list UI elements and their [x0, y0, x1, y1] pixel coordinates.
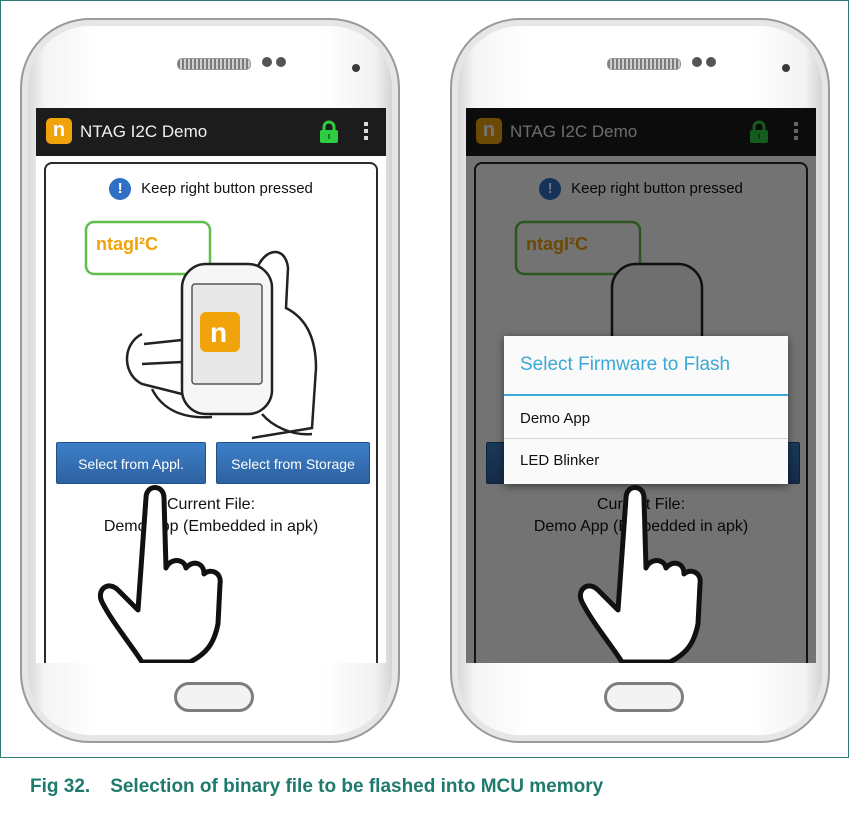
- dialog-title: Select Firmware to Flash: [520, 354, 731, 375]
- info-row: ! Keep right button pressed: [46, 178, 376, 200]
- dialog-option-demo-app[interactable]: Demo App: [520, 410, 590, 427]
- dialog-item-divider: [504, 438, 788, 439]
- brand-logo-text: ntagI²C: [96, 234, 158, 254]
- front-sensor: [276, 57, 286, 67]
- speaker-grille: [177, 58, 251, 70]
- figure-caption-text: Selection of binary file to be flashed i…: [110, 776, 604, 797]
- figure-number: Fig 32.: [30, 776, 91, 797]
- lock-icon[interactable]: [319, 120, 339, 144]
- dialog-title-divider: [504, 394, 788, 396]
- info-text: Keep right button pressed: [141, 179, 313, 197]
- overflow-menu-icon[interactable]: [364, 122, 368, 142]
- pointing-hand-icon: [98, 485, 223, 663]
- dialog-option-led-blinker[interactable]: LED Blinker: [520, 452, 599, 469]
- home-button[interactable]: [174, 682, 254, 712]
- select-firmware-dialog: Select Firmware to Flash Demo App LED Bl…: [504, 336, 788, 484]
- app-logo-icon: n: [46, 118, 72, 144]
- speaker-grille: [607, 58, 681, 70]
- phone-left: n NTAG I2C Demo ! Keep right button press…: [20, 18, 400, 743]
- nfc-phone-illustration: ntagI²C n: [84, 220, 318, 440]
- front-camera: [692, 57, 702, 67]
- front-sensor: [706, 57, 716, 67]
- action-bar: n NTAG I2C Demo: [36, 108, 386, 156]
- app-title: NTAG I2C Demo: [80, 122, 208, 141]
- proximity-sensor: [782, 64, 790, 72]
- figure-caption: Fig 32. Selection of binary file to be fl…: [30, 776, 603, 798]
- pointing-hand-icon: [578, 485, 703, 663]
- phone-right: n NTAG I2C Demo !Keep right button press…: [450, 18, 830, 743]
- front-camera: [262, 57, 272, 67]
- app-logo-letter: n: [210, 317, 227, 348]
- select-from-storage-button[interactable]: Select from Storage: [216, 442, 370, 484]
- app-screen-right: n NTAG I2C Demo !Keep right button press…: [466, 108, 816, 663]
- proximity-sensor: [352, 64, 360, 72]
- app-screen-left: n NTAG I2C Demo ! Keep right button press…: [36, 108, 386, 663]
- info-icon: !: [109, 178, 132, 200]
- home-button[interactable]: [604, 682, 684, 712]
